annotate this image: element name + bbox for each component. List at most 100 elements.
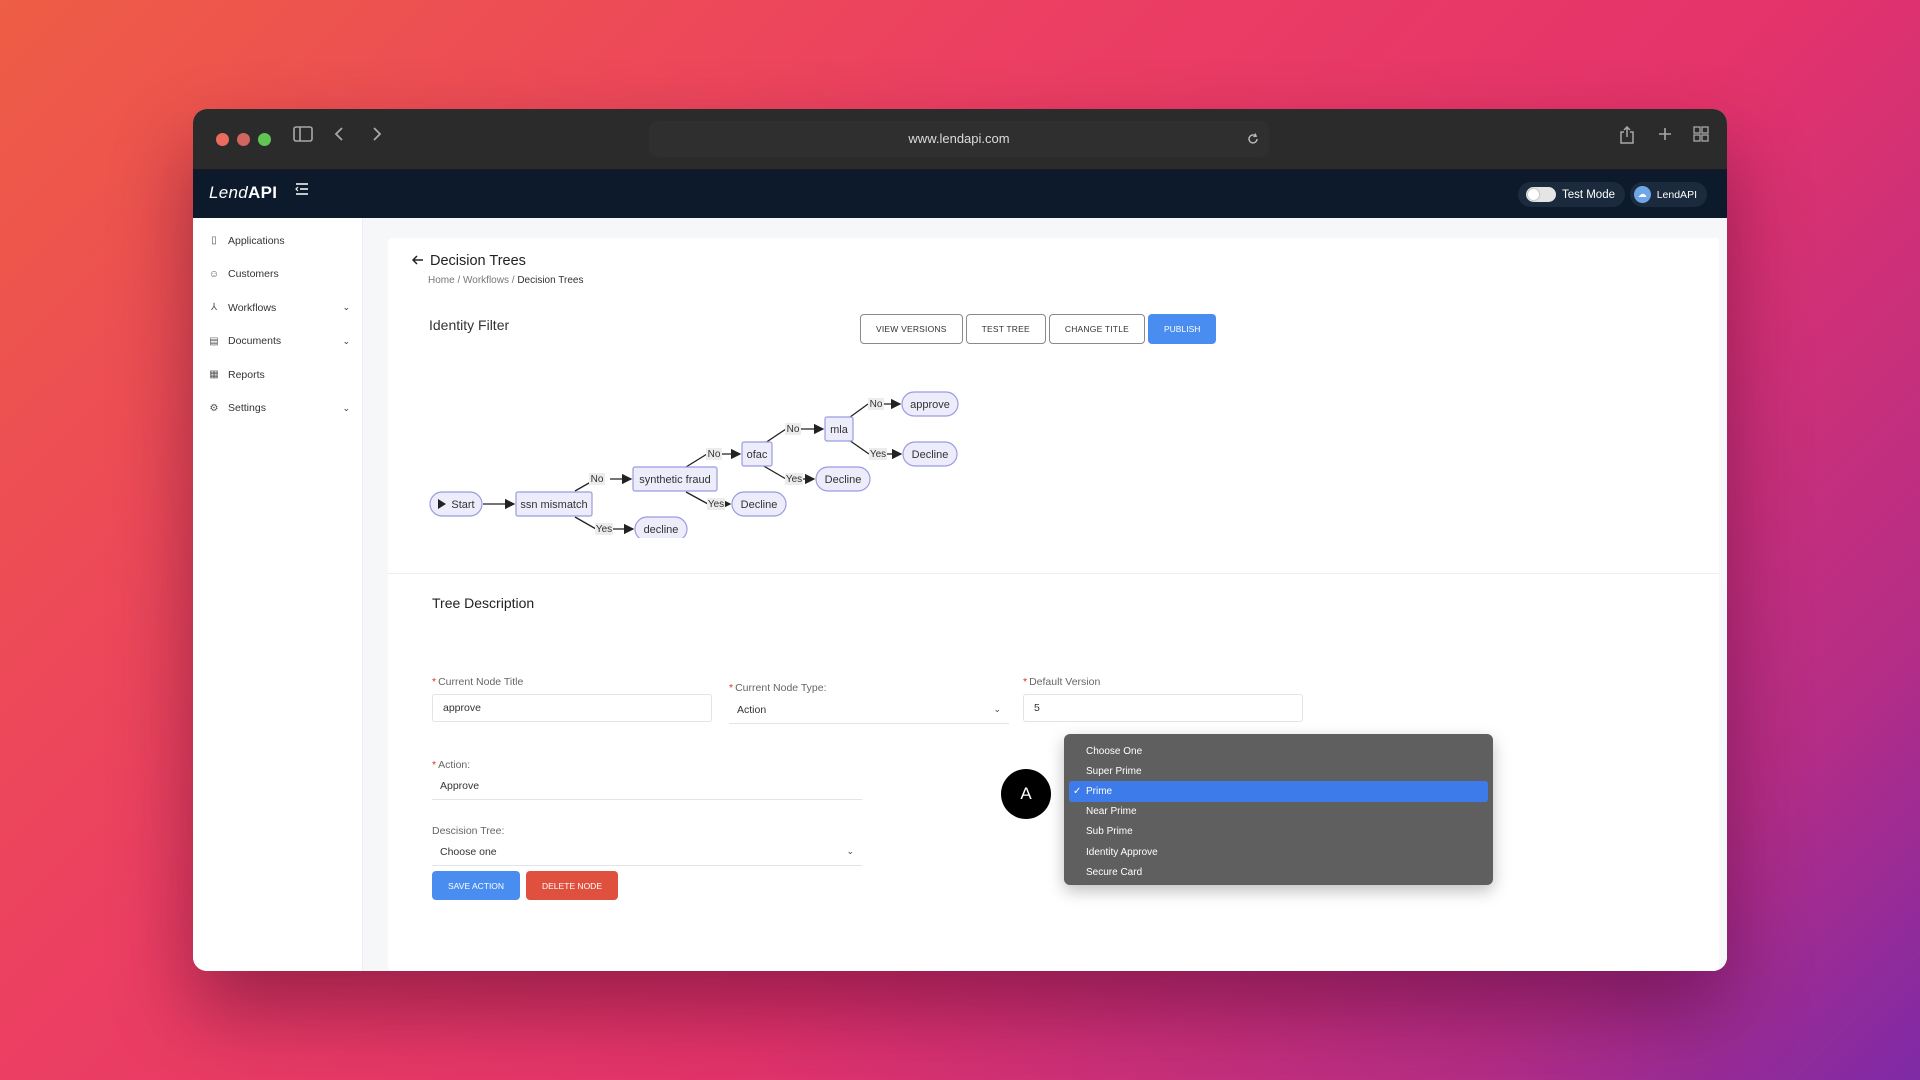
sidebar-item-applications[interactable]: ▯ Applications: [193, 224, 362, 258]
chart-icon: ▦: [209, 369, 219, 381]
share-icon[interactable]: [1619, 125, 1635, 149]
action-select[interactable]: Approve: [432, 772, 862, 800]
sidebar-item-reports[interactable]: ▦ Reports: [193, 358, 362, 392]
avatar: ☁: [1633, 186, 1651, 203]
decision-tree-diagram: No Yes No Yes No Yes No Yes Start ssn mi…: [429, 391, 959, 538]
chevron-down-icon[interactable]: ⌄: [342, 302, 350, 313]
toggle-switch[interactable]: [1525, 187, 1556, 202]
minimize-window-button[interactable]: [237, 133, 250, 146]
logo-text-italic: Lend: [209, 183, 249, 202]
edge-label-no: No: [591, 474, 604, 485]
chevron-down-icon[interactable]: ⌄: [342, 403, 350, 414]
edge-synth-no: [685, 453, 708, 468]
sidebar-toggle-icon[interactable]: [293, 126, 313, 147]
app-header: LendAPI Test Mode ☁ LendAPI: [193, 170, 1727, 218]
edge-synth-yes: [685, 491, 709, 505]
option-sub-prime[interactable]: Sub Prime: [1069, 822, 1488, 842]
document-icon: ▯: [211, 235, 217, 247]
edge-label-yes: Yes: [786, 474, 802, 485]
input-value: approve: [443, 702, 481, 714]
browser-window: www.lendapi.com LendAPI Test Mode ☁ Lend…: [193, 109, 1727, 971]
delete-node-button[interactable]: DELETE NODE: [526, 871, 618, 900]
breadcrumb-home[interactable]: Home: [428, 275, 455, 286]
logo-text-bold: API: [248, 183, 278, 202]
tree-name: Identity Filter: [429, 317, 510, 333]
action-label: * Action:: [432, 759, 471, 771]
user-menu[interactable]: ☁ LendAPI: [1629, 182, 1707, 207]
option-choose-one[interactable]: Choose One: [1069, 741, 1488, 761]
node-label: Start: [451, 499, 474, 511]
file-icon: ▤: [209, 335, 219, 347]
app-body: ▯ Applications ☺ Customers ⅄ Workflows ⌄…: [193, 218, 1727, 971]
view-versions-button[interactable]: VIEW VERSIONS: [860, 314, 963, 344]
chevron-down-icon: ⌄: [846, 846, 854, 856]
edge-label-yes: Yes: [596, 524, 612, 535]
node-label: Decline: [741, 499, 778, 511]
address-bar[interactable]: www.lendapi.com: [649, 121, 1269, 157]
sidebar: ▯ Applications ☺ Customers ⅄ Workflows ⌄…: [193, 218, 363, 971]
breadcrumb-separator: /: [457, 275, 461, 286]
option-super-prime[interactable]: Super Prime: [1069, 761, 1488, 781]
back-icon[interactable]: [333, 126, 345, 147]
sidebar-item-label: Settings: [228, 402, 266, 415]
test-mode-label: Test Mode: [1561, 188, 1615, 201]
publish-button[interactable]: PUBLISH: [1148, 314, 1217, 344]
edge-label-yes: Yes: [870, 449, 886, 460]
node-label: Decline: [912, 449, 949, 461]
test-tree-button[interactable]: TEST TREE: [965, 314, 1046, 344]
current-node-title-label: * Current Node Title: [432, 676, 524, 688]
page-title-text: Decision Trees: [430, 253, 526, 269]
option-near-prime[interactable]: Near Prime: [1069, 802, 1488, 822]
save-action-button[interactable]: SAVE ACTION: [432, 871, 521, 900]
option-identity-approve[interactable]: Identity Approve: [1069, 842, 1488, 862]
default-version-label: * Default Version: [1023, 676, 1101, 688]
close-window-button[interactable]: [216, 133, 229, 146]
breadcrumb-current: Decision Trees: [517, 275, 584, 286]
current-node-title-input[interactable]: approve: [432, 694, 712, 722]
node-label: approve: [910, 399, 950, 411]
option-secure-card[interactable]: Secure Card: [1069, 862, 1488, 882]
decision-tree-select[interactable]: Choose one ⌄: [432, 838, 862, 866]
breadcrumb-workflows[interactable]: Workflows: [463, 275, 509, 286]
current-node-type-select[interactable]: Action ⌄: [729, 696, 1009, 724]
url-text: www.lendapi.com: [908, 131, 1010, 146]
select-value: Action: [737, 703, 767, 716]
edge-ssn-yes: [574, 516, 597, 530]
node-label: synthetic fraud: [639, 474, 711, 486]
maximize-window-button[interactable]: [258, 133, 271, 146]
node-label: mla: [830, 424, 849, 436]
option-prime[interactable]: ✓ Prime: [1069, 781, 1488, 802]
node-label: ssn mismatch: [520, 499, 587, 511]
current-node-type-label: * Current Node Type:: [729, 682, 827, 694]
lendapi-logo[interactable]: LendAPI: [209, 183, 277, 203]
sidebar-item-label: Customers: [228, 268, 279, 281]
tab-overview-icon[interactable]: [1693, 126, 1709, 147]
sidebar-item-label: Applications: [228, 234, 285, 247]
tree-actions: VIEW VERSIONS TEST TREE CHANGE TITLE PUB…: [860, 314, 1217, 344]
user-name: LendAPI: [1656, 188, 1697, 201]
default-version-input[interactable]: 5: [1023, 694, 1303, 722]
select-value: Approve: [440, 779, 480, 792]
browser-toolbar: www.lendapi.com: [193, 109, 1727, 170]
reload-icon[interactable]: [1247, 121, 1259, 158]
test-mode-toggle[interactable]: Test Mode: [1517, 182, 1625, 207]
node-label: ofac: [747, 449, 768, 461]
input-value: 5: [1034, 702, 1040, 714]
breadcrumb-separator: /: [511, 275, 515, 286]
edge-label-no: No: [708, 449, 721, 460]
sidebar-item-customers[interactable]: ☺ Customers: [193, 258, 362, 292]
chevron-down-icon[interactable]: ⌄: [342, 336, 350, 347]
back-arrow-icon[interactable]: [411, 253, 424, 269]
sidebar-item-settings[interactable]: ⚙ Settings ⌄: [193, 392, 362, 426]
menu-collapse-icon[interactable]: [295, 182, 309, 201]
edge-ofac-yes: [761, 464, 787, 480]
new-tab-icon[interactable]: [1657, 126, 1673, 147]
decision-tree-label: Descision Tree:: [432, 825, 505, 837]
change-title-button[interactable]: CHANGE TITLE: [1048, 314, 1145, 344]
checkmark-icon: ✓: [1073, 785, 1082, 797]
breadcrumb: Home / Workflows / Decision Trees: [428, 275, 583, 286]
forward-icon[interactable]: [371, 126, 383, 147]
sidebar-item-workflows[interactable]: ⅄ Workflows ⌄: [193, 291, 362, 325]
edge-label-no: No: [787, 424, 800, 435]
sidebar-item-documents[interactable]: ▤ Documents ⌄: [193, 325, 362, 359]
